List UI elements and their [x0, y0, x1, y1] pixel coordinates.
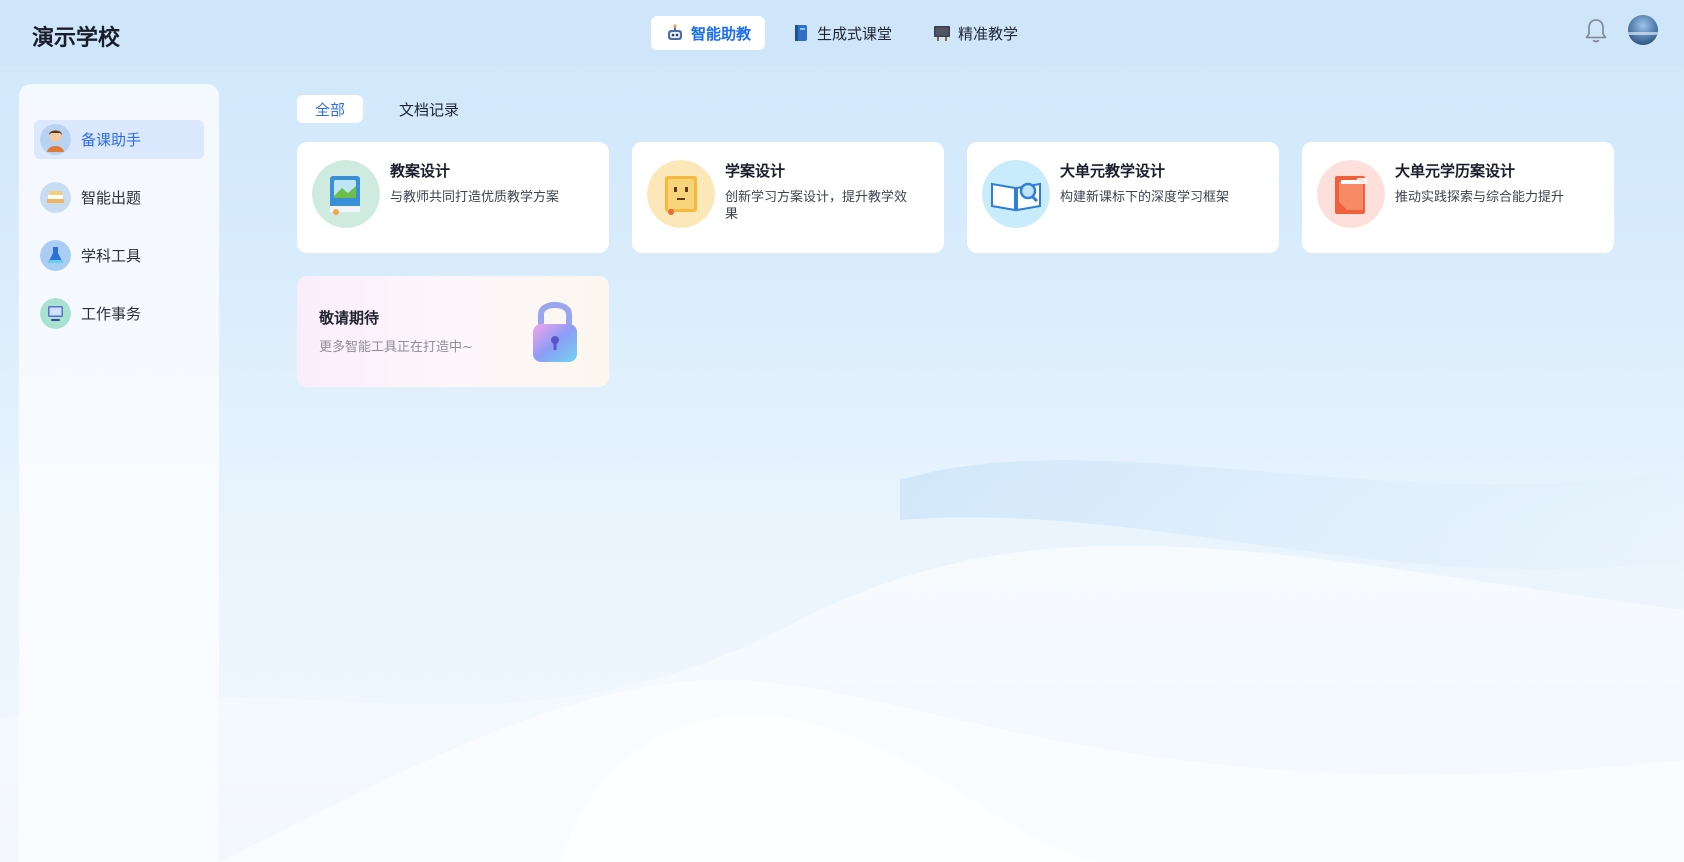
card-title: 教案设计	[390, 162, 451, 180]
tab-document-records[interactable]: 文档记录	[381, 95, 477, 123]
document-folder-icon	[1317, 160, 1385, 228]
sidebar-item-label: 工作事务	[81, 305, 142, 323]
coming-soon-title: 敬请期待	[319, 309, 380, 327]
main-content: 全部 文档记录 教案设计 与教师共同打造优质教学方案 学案设计 创新学习方案设计…	[297, 95, 1614, 387]
sidebar-item-smart-questions[interactable]: 智能出题	[34, 178, 204, 217]
card-description: 推动实践探索与综合能力提升	[1395, 190, 1565, 205]
coming-soon-card: 敬请期待 更多智能工具正在打造中~	[297, 276, 609, 387]
sidebar-item-subject-tools[interactable]: 学科工具	[34, 236, 204, 275]
sidebar-item-lesson-prep[interactable]: 备课助手	[34, 120, 204, 159]
blackboard-icon	[934, 26, 951, 41]
card-description: 构建新课标下的深度学习框架	[1060, 190, 1230, 205]
open-book-search-icon	[982, 160, 1050, 228]
card-description: 与教师共同打造优质教学方案	[390, 190, 560, 205]
lock-icon	[533, 302, 577, 362]
nav-tab-generative-classroom[interactable]: 生成式课堂	[777, 16, 906, 50]
school-name: 演示学校	[32, 26, 121, 51]
nav-tab-precision-teaching[interactable]: 精准教学	[918, 16, 1032, 50]
flask-icon	[40, 240, 71, 271]
lesson-book-icon	[312, 160, 380, 228]
card-title: 大单元教学设计	[1060, 162, 1166, 180]
top-header: 演示学校 智能助教 生成式课堂 精准教学	[0, 0, 1684, 66]
filter-tabs: 全部 文档记录	[297, 95, 477, 123]
tool-cards: 教案设计 与教师共同打造优质教学方案 学案设计 创新学习方案设计，提升教学效果	[297, 142, 1614, 253]
coming-soon-subtitle: 更多智能工具正在打造中~	[319, 340, 473, 355]
top-nav: 智能助教 生成式课堂 精准教学	[651, 16, 1032, 50]
sidebar-item-label: 备课助手	[81, 131, 142, 149]
card-description: 创新学习方案设计，提升教学效果	[725, 190, 908, 222]
book-icon	[795, 25, 808, 41]
card-big-unit-teaching-design[interactable]: 大单元教学设计 构建新课标下的深度学习框架	[967, 142, 1279, 253]
books-icon	[40, 182, 71, 213]
card-study-plan-design[interactable]: 学案设计 创新学习方案设计，提升教学效果	[632, 142, 944, 253]
card-title: 大单元学历案设计	[1395, 162, 1516, 180]
nav-tab-label: 智能助教	[691, 24, 752, 43]
monitor-icon	[40, 298, 71, 329]
study-book-icon	[647, 160, 715, 228]
user-avatar[interactable]	[1628, 15, 1658, 45]
card-lesson-plan-design[interactable]: 教案设计 与教师共同打造优质教学方案	[297, 142, 609, 253]
nav-tab-smart-assistant[interactable]: 智能助教	[651, 16, 766, 50]
nav-tab-label: 生成式课堂	[817, 24, 893, 43]
tab-all[interactable]: 全部	[297, 95, 364, 123]
sidebar-item-work-affairs[interactable]: 工作事务	[34, 294, 204, 333]
background-waves	[0, 460, 1684, 862]
nav-tab-label: 精准教学	[958, 24, 1019, 43]
sidebar-item-label: 智能出题	[81, 189, 142, 207]
card-big-unit-learning-record-design[interactable]: 大单元学历案设计 推动实践探索与综合能力提升	[1302, 142, 1614, 253]
notification-bell-icon[interactable]	[1583, 17, 1609, 45]
robot-icon	[668, 24, 682, 40]
sidebar: 备课助手 智能出题 学科工具 工作事务	[19, 84, 219, 862]
card-title: 学案设计	[725, 162, 786, 180]
teacher-avatar-icon	[40, 124, 71, 155]
sidebar-item-label: 学科工具	[81, 247, 142, 265]
